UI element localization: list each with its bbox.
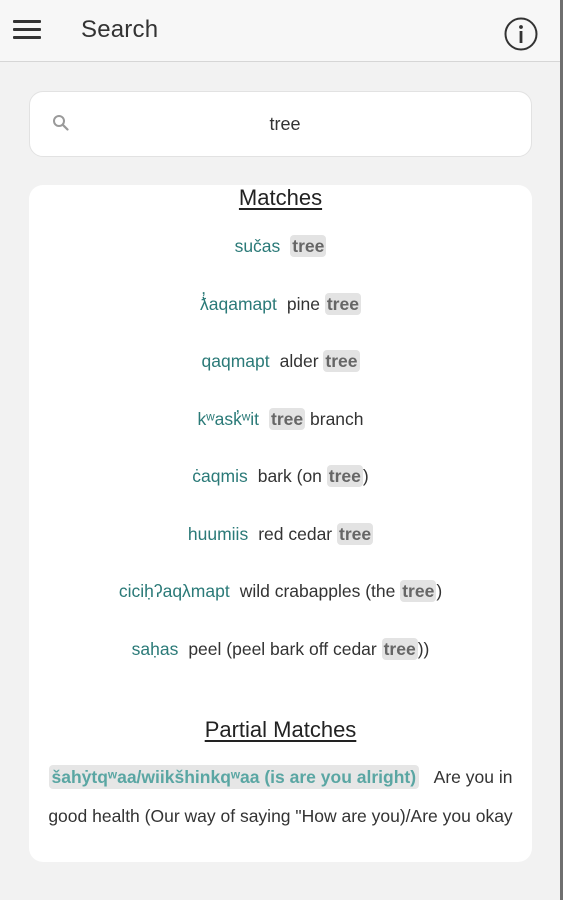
search-term-highlight: tree: [337, 522, 374, 545]
partial-matches-heading: Partial Matches: [29, 717, 532, 743]
matches-heading-text: Matches: [238, 185, 323, 210]
match-word[interactable]: huumiis: [188, 524, 248, 544]
partial-matches-heading-text: Partial Matches: [204, 717, 357, 742]
search-term-highlight: tree: [323, 350, 360, 372]
definition-prefix: red cedar: [258, 523, 337, 544]
partial-match-item[interactable]: šahẏtqʷaa/wiikšhinkqʷaa (is are you alri…: [29, 758, 532, 836]
partial-match-word[interactable]: šahẏtqʷaa/wiikšhinkqʷaa (is are you alri…: [48, 765, 420, 789]
search-term-highlight: tree: [326, 465, 363, 487]
partial-match-definition-line1: Are you in: [433, 767, 513, 787]
partial-match-definition-line2: good health (Our way of saying "How are …: [48, 806, 513, 826]
match-item[interactable]: huumiis red cedar tree: [29, 521, 532, 547]
info-icon[interactable]: [503, 16, 539, 52]
match-item[interactable]: ƛ̓aqamapt pine tree: [29, 291, 532, 317]
match-word[interactable]: ciciḥʔaqλmapt: [119, 581, 230, 601]
match-item[interactable]: ciciḥʔaqλmapt wild crabapples (the tree): [29, 578, 532, 604]
search-term-highlight: tree: [400, 580, 437, 602]
match-item[interactable]: kʷask̓ʷit tree branch: [29, 406, 532, 432]
hamburger-menu-icon[interactable]: [13, 18, 41, 42]
match-word[interactable]: kʷask̓ʷit: [197, 409, 259, 429]
match-definition: tree branch: [269, 407, 364, 430]
definition-suffix: ): [362, 466, 369, 486]
search-bar[interactable]: [29, 91, 532, 157]
search-term-highlight: tree: [381, 637, 418, 660]
search-term-highlight: tree: [324, 292, 361, 315]
matches-heading: Matches: [29, 185, 532, 211]
definition-prefix: pine: [286, 293, 325, 314]
match-item[interactable]: ċaqmis bark (on tree): [29, 463, 532, 489]
match-word[interactable]: sučas: [235, 236, 281, 256]
page-title: Search: [81, 16, 159, 43]
match-definition: wild crabapples (the tree): [240, 580, 442, 602]
match-definition: pine tree: [286, 292, 361, 315]
definition-prefix: wild crabapples (the: [239, 581, 401, 601]
match-item[interactable]: saḥas peel (peel bark off cedar tree)): [29, 636, 532, 662]
definition-prefix: bark (on: [257, 466, 327, 486]
definition-prefix: peel (peel bark off cedar: [188, 638, 382, 659]
app-bar: Search: [0, 0, 560, 62]
search-icon: [53, 115, 69, 131]
definition-prefix: alder: [279, 351, 324, 371]
match-item[interactable]: sučas tree: [29, 233, 532, 259]
match-definition: alder tree: [280, 350, 360, 372]
search-term-highlight: tree: [290, 235, 327, 257]
match-word[interactable]: ċaqmis: [192, 466, 247, 486]
match-definition: peel (peel bark off cedar tree)): [188, 637, 430, 660]
match-definition: bark (on tree): [258, 465, 369, 487]
definition-suffix: branch: [305, 408, 364, 429]
match-word[interactable]: saḥas: [132, 639, 179, 659]
match-word[interactable]: ƛ̓aqamapt: [200, 294, 277, 314]
match-definition: red cedar tree: [258, 522, 374, 545]
definition-suffix: ): [436, 581, 443, 601]
search-term-highlight: tree: [269, 407, 306, 430]
match-word[interactable]: qaqmapt: [202, 351, 270, 371]
definition-suffix: )): [417, 638, 430, 659]
search-input[interactable]: [90, 109, 480, 139]
results-card: Matches sučas tree ƛ̓aqamapt pine tree qaqma…: [29, 185, 532, 862]
match-definition: tree: [290, 235, 327, 257]
match-item[interactable]: qaqmapt alder tree: [29, 348, 532, 374]
